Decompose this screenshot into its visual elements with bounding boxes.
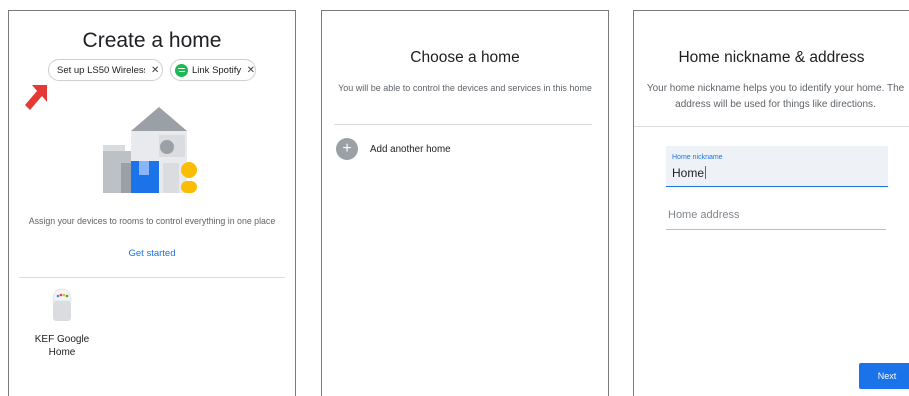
- close-icon[interactable]: ✕: [151, 65, 159, 76]
- home-nickname-field-label: Home nickname: [672, 154, 723, 161]
- create-home-panel: Create a home Set up LS50 Wireless II ✕ …: [8, 10, 296, 396]
- get-started-link[interactable]: Get started: [9, 248, 295, 259]
- add-another-home-label: Add another home: [370, 143, 451, 155]
- red-arrow-icon: [25, 85, 47, 110]
- home-nickname-title: Home nickname & address: [678, 49, 865, 66]
- create-home-title: Create a home: [82, 29, 222, 52]
- home-nickname-subtitle: Your home nickname helps you to identify…: [646, 83, 905, 110]
- google-home-speaker-icon[interactable]: [51, 287, 73, 323]
- setup-speaker-chip[interactable]: Set up LS50 Wireless II ✕: [48, 59, 163, 81]
- home-nickname-panel: Home nickname & address Your home nickna…: [633, 10, 909, 396]
- choose-home-subtitle: You will be able to control the devices …: [338, 83, 592, 93]
- divider: [19, 277, 285, 278]
- home-illustration: [103, 107, 197, 193]
- add-another-home-button[interactable]: + Add another home: [336, 138, 451, 160]
- home-nickname-value-wrap: Home: [672, 166, 707, 180]
- home-nickname-field[interactable]: Home nickname Home: [666, 146, 888, 187]
- home-address-field[interactable]: Home address: [666, 207, 886, 230]
- divider: [334, 124, 592, 125]
- next-button[interactable]: Next: [859, 363, 909, 389]
- divider: [634, 126, 909, 127]
- choose-home-title: Choose a home: [410, 49, 520, 66]
- choose-home-panel: Choose a home You will be able to contro…: [321, 10, 609, 396]
- plus-icon: +: [336, 138, 358, 160]
- setup-speaker-chip-label: Set up LS50 Wireless II: [57, 64, 145, 76]
- text-caret: [705, 166, 707, 179]
- device-name[interactable]: KEF Google Home: [31, 333, 93, 359]
- close-icon[interactable]: ✕: [247, 65, 255, 76]
- create-home-description: Assign your devices to rooms to control …: [28, 216, 276, 226]
- spotify-icon: [175, 63, 188, 77]
- link-spotify-chip-label: Link Spotify: [192, 64, 241, 76]
- home-address-placeholder: Home address: [668, 209, 740, 221]
- home-nickname-value: Home: [672, 166, 705, 180]
- link-spotify-chip[interactable]: Link Spotify ✕: [170, 59, 256, 81]
